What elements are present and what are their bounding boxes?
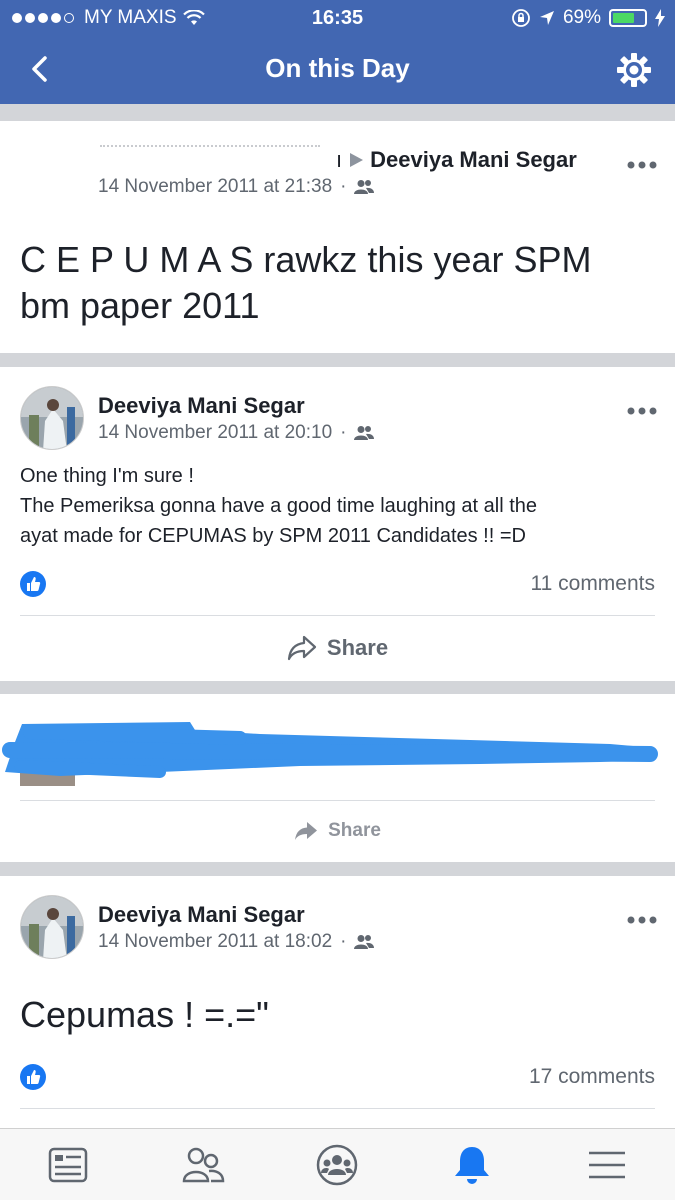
post-author[interactable]: ı Deeviya Mani Segar [336, 147, 577, 173]
share-button[interactable]: Share [0, 635, 675, 661]
rotation-lock-icon [512, 9, 530, 27]
post-text-line: ayat made for CEPUMAS by SPM 2011 Candid… [20, 525, 526, 547]
post-card: Share [0, 694, 675, 862]
avatar[interactable] [20, 386, 84, 450]
more-options-icon[interactable] [627, 912, 657, 924]
friends-audience-icon [354, 426, 375, 440]
cropped-author-tail: ı [336, 147, 343, 172]
friends-icon[interactable] [181, 1143, 225, 1187]
post-date[interactable]: 14 November 2011 at 18:02 · [98, 931, 375, 953]
gear-icon[interactable] [615, 51, 653, 89]
like-icon[interactable] [20, 571, 46, 597]
friends-audience-icon [354, 180, 375, 194]
cropped-author-line [100, 145, 320, 147]
post-card: Deeviya Mani Segar 14 November 2011 at 1… [0, 876, 675, 1128]
post-date[interactable]: 14 November 2011 at 21:38 · [98, 176, 375, 198]
like-icon[interactable] [20, 1064, 46, 1090]
separator-dot: · [340, 422, 347, 443]
status-right: 69% [511, 7, 665, 29]
page-title: On this Day [265, 53, 410, 83]
news-feed-icon[interactable] [46, 1143, 90, 1187]
comments-count[interactable]: 11 comments [531, 572, 656, 596]
menu-icon[interactable] [585, 1143, 629, 1187]
comments-count[interactable]: 17 comments [529, 1065, 655, 1089]
location-icon [539, 11, 554, 25]
post-card: ı Deeviya Mani Segar 14 November 2011 at… [0, 121, 675, 353]
share-label: Share [326, 635, 389, 660]
post-date-text: 14 November 2011 at 18:02 [98, 931, 333, 952]
groups-icon[interactable] [315, 1143, 359, 1187]
post-text: Cepumas ! =.=" [20, 994, 269, 1035]
share-button[interactable]: Share [0, 820, 675, 842]
nav-bar: On this Day [0, 36, 675, 104]
post-author-name: Deeviya Mani Segar [370, 147, 577, 172]
more-options-icon[interactable] [627, 403, 657, 415]
post-text: One thing I'm sure ! The Pemeriksa gonna… [20, 461, 660, 551]
share-icon [287, 635, 317, 661]
top-bar: MY MAXIS 16:35 69% On this Day [0, 0, 675, 104]
separator-dot: · [340, 176, 347, 197]
post-date[interactable]: 14 November 2011 at 20:10 · [98, 422, 375, 444]
notifications-icon[interactable] [450, 1143, 494, 1187]
post-text-line: The Pemeriksa gonna have a good time lau… [20, 495, 538, 517]
charging-icon [655, 9, 665, 27]
post-date-text: 14 November 2011 at 20:10 [98, 422, 333, 443]
divider [20, 615, 655, 616]
post-text-line: One thing I'm sure ! [20, 465, 194, 487]
post-author[interactable]: Deeviya Mani Segar [98, 393, 305, 419]
friends-audience-icon [354, 935, 375, 949]
share-label: Share [328, 820, 381, 841]
arrow-right-icon [350, 153, 364, 167]
tab-bar [0, 1128, 675, 1200]
separator-dot: · [340, 931, 347, 952]
battery-percent: 69% [562, 7, 601, 28]
avatar[interactable] [20, 895, 84, 959]
redaction-scribble [2, 722, 658, 786]
post-text: C E P U M A S rawkz this year SPM bm pap… [20, 239, 592, 326]
share-icon [295, 822, 318, 840]
post-author[interactable]: Deeviya Mani Segar [98, 902, 305, 928]
status-bar: MY MAXIS 16:35 69% [0, 0, 675, 36]
battery-icon [609, 9, 647, 27]
post-date-text: 14 November 2011 at 21:38 [98, 176, 333, 197]
post-card: Deeviya Mani Segar 14 November 2011 at 2… [0, 367, 675, 681]
divider [20, 800, 655, 801]
divider [20, 1108, 655, 1109]
more-options-icon[interactable] [627, 157, 657, 169]
